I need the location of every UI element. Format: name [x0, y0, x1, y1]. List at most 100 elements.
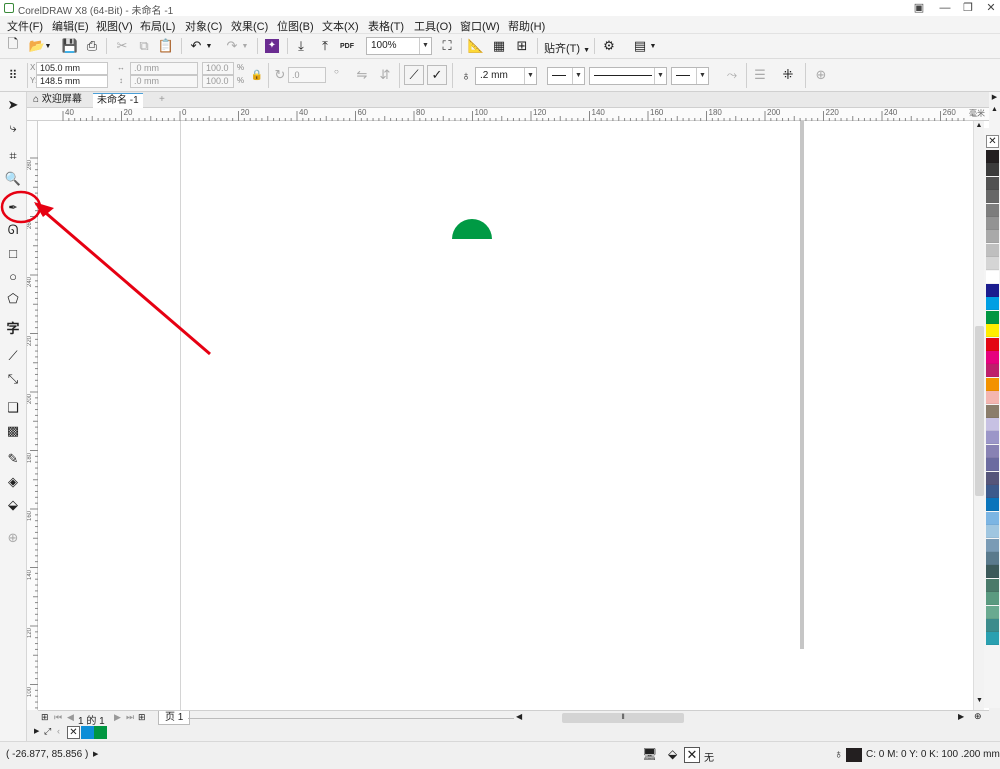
next-page-icon[interactable]: ▶: [114, 712, 121, 723]
smart-fill-icon[interactable]: ⬙: [3, 495, 23, 515]
palette-swatch[interactable]: [986, 310, 999, 324]
palette-swatch[interactable]: [986, 404, 999, 418]
export-icon[interactable]: ⤒: [315, 36, 335, 56]
new-document-icon[interactable]: 🗋: [3, 36, 23, 56]
print-icon[interactable]: ⎙: [82, 36, 102, 56]
palette-swatch[interactable]: [986, 444, 999, 458]
palette-swatch[interactable]: [986, 176, 999, 190]
chevron-up-icon[interactable]: ▲: [989, 104, 1000, 116]
undo-dropdown-icon[interactable]: ▼: [204, 36, 214, 56]
pen-mode-icon[interactable]: ✓: [427, 65, 447, 85]
lock-ratio-icon[interactable]: 🔒: [247, 65, 267, 85]
options-gear-icon[interactable]: ⚙: [599, 36, 619, 56]
palette-swatch[interactable]: [986, 190, 999, 204]
account-icon[interactable]: ▣: [906, 0, 932, 16]
eyedropper-icon[interactable]: ✎: [3, 449, 23, 469]
wrap-text-icon[interactable]: ☰: [750, 65, 770, 85]
y-position-field[interactable]: 148.5 mm: [36, 75, 108, 88]
rotation-field[interactable]: .0: [288, 67, 326, 83]
palette-swatch[interactable]: [986, 538, 999, 552]
palette-swatch[interactable]: [986, 632, 999, 646]
palette-swatch[interactable]: [986, 230, 999, 244]
last-page-icon[interactable]: ⏭: [126, 712, 134, 723]
scroll-right-icon[interactable]: ▶: [958, 712, 964, 721]
bezier-mode-icon[interactable]: ⟋: [404, 65, 424, 85]
menu-layout[interactable]: 布局(L): [140, 18, 175, 34]
color-proof-icon[interactable]: 🖥: [642, 747, 657, 761]
doc-color-swatch[interactable]: [94, 726, 107, 739]
line-style-select[interactable]: ▼: [589, 67, 667, 85]
palette-swatch[interactable]: [986, 565, 999, 579]
smoothing-icon[interactable]: ⁜: [778, 65, 798, 85]
status-menu-icon[interactable]: ▶: [93, 750, 98, 758]
close-curve-icon[interactable]: ⤳: [722, 65, 742, 85]
show-rulers-icon[interactable]: 📐: [466, 36, 486, 56]
add-icon[interactable]: ⊕: [811, 65, 831, 85]
x-position-field[interactable]: 105.0 mm: [36, 62, 108, 75]
palette-swatch[interactable]: [986, 324, 999, 338]
palette-swatch[interactable]: [986, 458, 999, 472]
palette-swatch[interactable]: [986, 217, 999, 230]
doc-no-color-swatch[interactable]: ✕: [67, 726, 80, 739]
height-field[interactable]: .0 mm: [130, 75, 198, 88]
palette-swatch[interactable]: [986, 163, 999, 177]
shape-tool-icon[interactable]: ⤷: [3, 118, 23, 138]
menu-window[interactable]: 窗口(W): [460, 18, 500, 34]
snap-to-button[interactable]: 贴齐(T) ▼: [544, 40, 590, 56]
no-color-swatch[interactable]: ✕: [986, 135, 999, 148]
palette-swatch[interactable]: [986, 243, 999, 257]
cut-icon[interactable]: ✂: [112, 36, 132, 56]
copy-icon[interactable]: ⧉: [134, 36, 154, 56]
crop-tool-icon[interactable]: ⌗: [3, 146, 23, 166]
scrollbar-thumb[interactable]: [975, 326, 984, 496]
palette-swatch[interactable]: [986, 418, 999, 431]
mirror-vertical-icon[interactable]: ⇵: [375, 65, 395, 85]
palette-swatch[interactable]: [986, 297, 999, 311]
menu-tools[interactable]: 工具(O): [414, 18, 452, 34]
full-screen-icon[interactable]: ⛶: [437, 36, 457, 56]
import-icon[interactable]: ⤓: [291, 36, 311, 56]
palette-swatch[interactable]: [986, 270, 999, 284]
outline-color-swatch[interactable]: [846, 748, 862, 762]
palette-swatch[interactable]: [986, 431, 999, 445]
scale-x-field[interactable]: 100.0: [202, 62, 234, 75]
palette-swatch[interactable]: [986, 351, 999, 364]
scroll-left-icon[interactable]: ◀: [516, 712, 522, 721]
publish-pdf-icon[interactable]: PDF: [337, 36, 357, 56]
palette-menu-icon[interactable]: ▶: [34, 727, 39, 735]
chevron-right-icon[interactable]: ▶: [989, 92, 1000, 104]
open-dropdown-icon[interactable]: ▼: [43, 36, 53, 56]
palette-swatch[interactable]: [986, 578, 999, 592]
menu-object[interactable]: 对象(C): [185, 18, 222, 34]
palette-swatch[interactable]: [986, 337, 999, 351]
palette-swatch[interactable]: [986, 257, 999, 271]
close-button[interactable]: ✕: [978, 0, 1000, 16]
palette-swatch[interactable]: [986, 471, 999, 485]
palette-scroll-left-icon[interactable]: ‹: [57, 726, 60, 736]
fill-none-swatch[interactable]: ✕: [684, 747, 700, 763]
prev-page-icon[interactable]: ◀: [67, 712, 74, 723]
menu-bitmaps[interactable]: 位图(B): [277, 18, 314, 34]
zoom-navigator-icon[interactable]: ⊕: [974, 711, 982, 722]
horizontal-ruler[interactable]: 40 20 0 20 40 60 80 100 120 140 160 180 200 220 240 260…: [27, 108, 989, 121]
green-semicircle-shape[interactable]: [451, 218, 493, 240]
redo-icon[interactable]: ↷: [222, 36, 242, 56]
vertical-scrollbar[interactable]: ▲ ▼: [973, 121, 984, 710]
show-grid-icon[interactable]: ▦: [489, 36, 509, 56]
palette-swatch[interactable]: [986, 552, 999, 565]
palette-swatch[interactable]: [986, 619, 999, 632]
palette-swatch[interactable]: [986, 498, 999, 512]
menu-edit[interactable]: 编辑(E): [52, 18, 89, 34]
transparency-icon[interactable]: ▩: [3, 421, 23, 441]
add-page-before-icon[interactable]: ⊞: [41, 712, 49, 723]
undo-icon[interactable]: ↶: [186, 36, 206, 56]
show-guidelines-icon[interactable]: ⊞: [512, 36, 532, 56]
mirror-horizontal-icon[interactable]: ⇋: [352, 65, 372, 85]
connector-tool-icon[interactable]: ⤡: [3, 369, 23, 389]
tab-welcome[interactable]: ⌂ 欢迎屏幕: [29, 93, 86, 108]
new-tab-icon[interactable]: +: [155, 93, 169, 108]
launcher-dropdown-icon[interactable]: ▼: [648, 36, 658, 56]
palette-swatch[interactable]: [986, 377, 999, 391]
save-icon[interactable]: 💾: [60, 36, 80, 56]
palette-swatch[interactable]: [986, 150, 999, 163]
